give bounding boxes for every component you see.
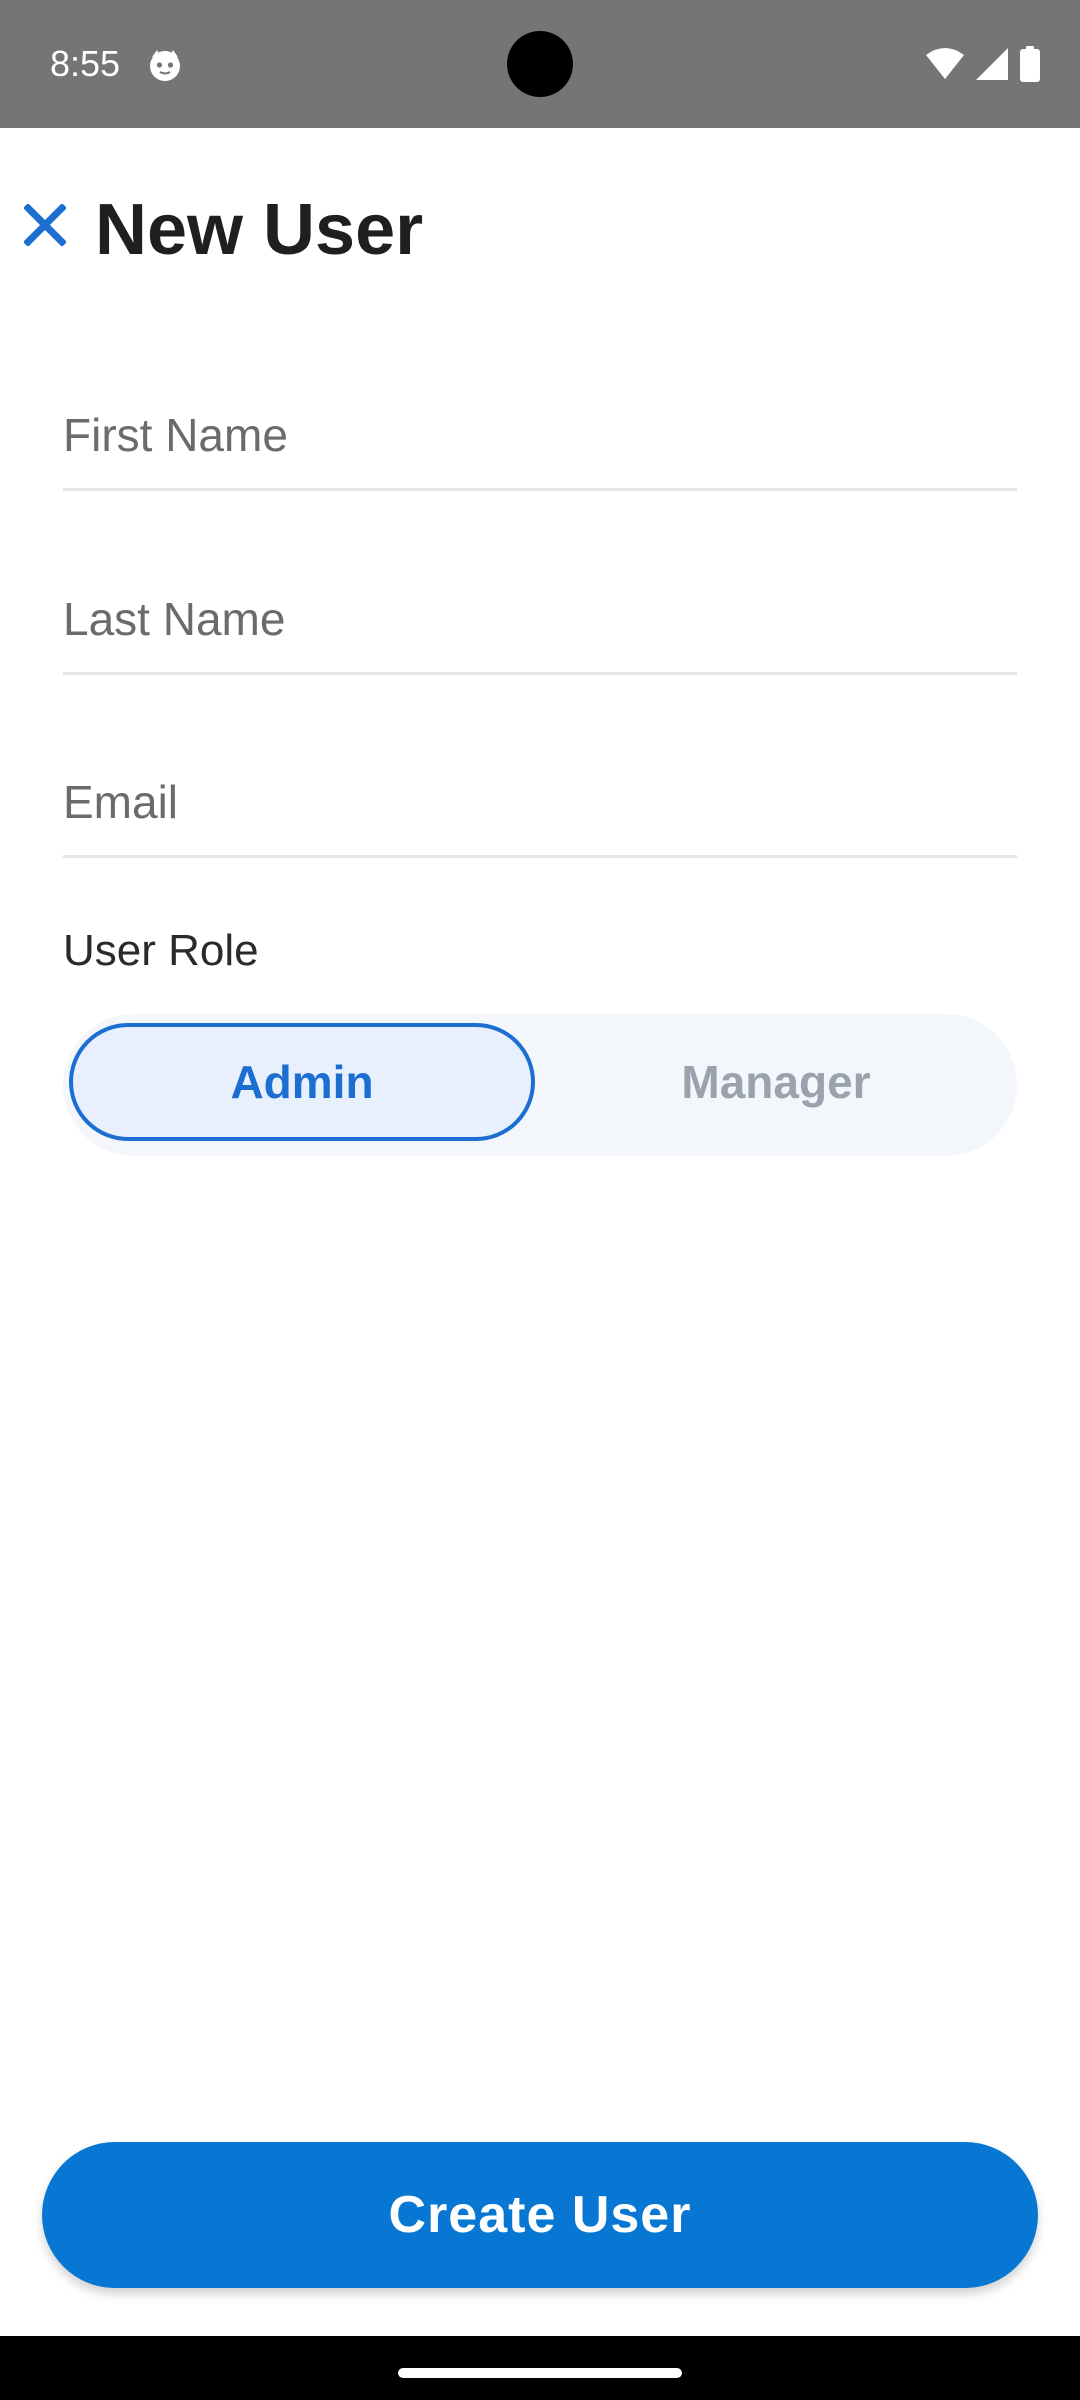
create-user-button[interactable]: Create User	[42, 2142, 1038, 2288]
email-field[interactable]	[63, 735, 1017, 858]
battery-icon	[1020, 46, 1040, 82]
role-option-manager[interactable]: Manager	[543, 1023, 1009, 1141]
wifi-icon	[926, 48, 964, 80]
first-name-field[interactable]	[63, 368, 1017, 491]
close-icon	[23, 202, 67, 251]
status-time: 8:55	[50, 43, 121, 84]
home-indicator[interactable]	[398, 2368, 682, 2378]
email-input[interactable]	[63, 775, 1017, 829]
app-bar: New User	[0, 128, 1080, 338]
close-button[interactable]	[12, 194, 78, 260]
role-option-admin[interactable]: Admin	[69, 1023, 535, 1141]
camera-cutout	[507, 31, 573, 97]
first-name-input[interactable]	[63, 408, 1017, 462]
status-icons	[926, 44, 1040, 84]
last-name-input[interactable]	[63, 592, 1017, 646]
user-role-label: User Role	[63, 926, 259, 975]
user-role-segmented-control: Admin Manager	[63, 1014, 1017, 1156]
signal-icon	[976, 48, 1008, 80]
cat-face-icon	[148, 48, 182, 82]
navigation-bar	[0, 2336, 1080, 2400]
last-name-field[interactable]	[63, 552, 1017, 675]
page-title: New User	[95, 190, 424, 270]
status-bar: 8:55	[0, 0, 1080, 128]
